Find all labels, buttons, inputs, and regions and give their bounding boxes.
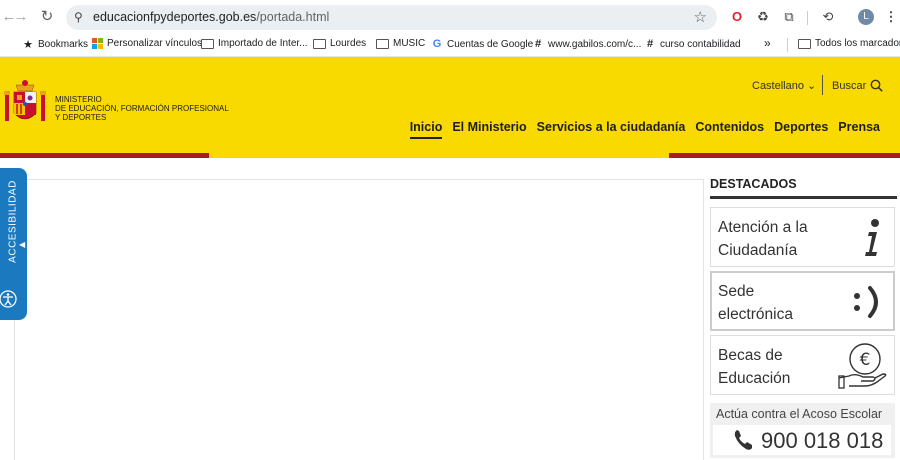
bookmark-item[interactable]: # www.gabilos.com/c... (532, 38, 641, 50)
hash-icon: # (534, 38, 542, 50)
destacados-sidebar: DESTACADOS Atención a la Ciudadanía Sede e… (710, 177, 897, 458)
star-icon: ★ (23, 39, 33, 51)
menu-item-servicios[interactable]: Servicios a la ciudadanía (537, 120, 686, 139)
site-header: MINISTERIO DE EDUCACIÓN, FORMACIÓN PROFE… (0, 57, 900, 153)
bookmark-item[interactable]: ★ Bookmarks (22, 38, 88, 51)
browser-toolbar: ← → ↻ ⚲ educacionfpydeportes.gob.es/port… (0, 0, 900, 34)
acoso-title: Actúa contra el Acoso Escolar (716, 407, 883, 421)
menu-item-contenidos[interactable]: Contenidos (695, 120, 764, 139)
menu-kebab-icon[interactable]: ⋮ (882, 8, 900, 26)
avatar[interactable]: L (858, 9, 874, 25)
header-divider (822, 75, 823, 95)
recycle-icon[interactable]: ♻ (754, 8, 772, 26)
folder-icon (313, 38, 326, 49)
opera-icon[interactable]: O (728, 8, 746, 26)
main-menu: Inicio El Ministerio Servicios a la ciud… (409, 120, 880, 139)
ministry-line: MINISTERIO (55, 95, 102, 104)
google-icon: G (432, 38, 442, 50)
microsoft-icon (92, 38, 103, 49)
bookmark-item[interactable]: Lourdes (313, 38, 366, 49)
folder-icon (798, 38, 811, 49)
svg-text:€: € (860, 350, 871, 370)
menu-item-el-ministerio[interactable]: El Ministerio (452, 120, 526, 139)
bookmark-item[interactable]: # curso contabilidad (644, 38, 741, 50)
card-label: Atención a la Ciudadanía (718, 219, 808, 259)
more-bookmarks-button[interactable]: » (764, 36, 771, 50)
bookmark-star-icon[interactable]: ☆ (694, 8, 707, 26)
phone-icon (734, 430, 752, 450)
bookmark-item[interactable]: Importado de Inter... (201, 38, 308, 49)
website: MINISTERIO DE EDUCACIÓN, FORMACIÓN PROFE… (0, 57, 900, 460)
menu-item-prensa[interactable]: Prensa (838, 120, 880, 139)
bookmarks-divider (787, 38, 788, 52)
ministry-name[interactable]: MINISTERIO DE EDUCACIÓN, FORMACIÓN PROFE… (55, 95, 229, 122)
search-button[interactable]: Buscar (832, 79, 883, 92)
extensions-icon[interactable]: ⧉ (780, 8, 798, 26)
all-bookmarks-button[interactable]: Todos los marcadores (798, 38, 900, 49)
flag-stripe-red-left (0, 153, 209, 158)
card-sede-electronica[interactable]: Sede electrónica (710, 271, 895, 331)
bookmark-item[interactable]: MUSIC (376, 38, 425, 49)
ministry-line: DE EDUCACIÓN, FORMACIÓN PROFESIONAL (55, 104, 229, 113)
accessibility-tab[interactable]: ACCESIBILIDAD ◀ (0, 168, 27, 320)
card-label: Sede electrónica (718, 283, 793, 323)
card-label: Becas de Educación (718, 347, 791, 387)
euro-hand-icon: € (838, 343, 887, 389)
site-info-icon[interactable]: ⚲ (74, 10, 83, 24)
smiley-icon (854, 286, 878, 318)
main-content-area (14, 179, 704, 460)
forward-arrow-icon[interactable]: → (12, 8, 30, 26)
card-atencion-ciudadania[interactable]: Atención a la Ciudadanía (710, 207, 895, 267)
folder-icon (201, 38, 214, 49)
acoso-escolar-box[interactable]: Actúa contra el Acoso Escolar 900 018 01… (710, 403, 895, 458)
card-becas-educacion[interactable]: Becas de Educación € (710, 335, 895, 395)
accessibility-person-icon (0, 290, 17, 308)
search-icon (870, 79, 883, 92)
address-bar[interactable]: ⚲ educacionfpydeportes.gob.es/portada.ht… (66, 5, 717, 30)
bookmarks-bar: ★ Bookmarks Personalizar vínculos Importa… (0, 34, 900, 57)
accessibility-label: ACCESIBILIDAD (7, 180, 19, 263)
info-icon (865, 219, 879, 256)
menu-item-inicio[interactable]: Inicio (409, 120, 443, 139)
folder-icon (376, 38, 389, 49)
toolbar-divider (807, 11, 808, 25)
menu-item-deportes[interactable]: Deportes (774, 120, 828, 139)
history-icon[interactable]: ⟲ (819, 8, 837, 26)
caret-left-icon: ◀ (19, 240, 26, 249)
coat-of-arms-logo[interactable] (2, 77, 48, 129)
reload-icon[interactable]: ↻ (38, 8, 56, 26)
ministry-line: Y DEPORTES (55, 113, 107, 122)
phone-number[interactable]: 900 018 018 (761, 428, 883, 454)
chevron-down-icon: ⌄ (807, 80, 817, 92)
bookmark-item[interactable]: G Cuentas de Google (431, 38, 533, 50)
bookmark-item[interactable]: Personalizar vínculos (92, 38, 202, 49)
url-text[interactable]: educacionfpydeportes.gob.es/portada.html (93, 10, 329, 24)
flag-stripe-red-right (669, 153, 900, 158)
destacados-title: DESTACADOS (710, 177, 897, 199)
language-selector[interactable]: Castellano ⌄ (752, 79, 816, 92)
phone-box: 900 018 018 (713, 425, 891, 455)
hash-icon: # (646, 38, 654, 50)
flag-stripe-yellow (209, 153, 669, 158)
